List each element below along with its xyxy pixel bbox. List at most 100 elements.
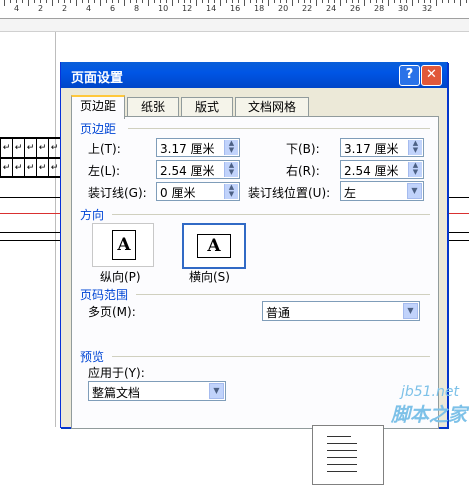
ruler-number: 32 bbox=[422, 4, 433, 13]
ruler-tick bbox=[178, 0, 179, 3]
ruler-tick bbox=[208, 0, 209, 3]
right-margin-spinner[interactable]: 2.54 厘米 ▲ ▼ bbox=[340, 160, 424, 179]
ruler-tick bbox=[214, 0, 215, 3]
ruler-tick bbox=[286, 0, 287, 3]
page-range-heading: 页码范围 bbox=[80, 288, 129, 302]
watermark-brand: 脚本之家 bbox=[390, 404, 467, 426]
gutter-spinner[interactable]: 0 厘米 ▲ ▼ bbox=[156, 182, 240, 201]
ruler-tick bbox=[394, 0, 395, 3]
ruler-tick bbox=[334, 0, 335, 3]
left-margin-spinner[interactable]: 2.54 厘米 ▲ ▼ bbox=[156, 160, 240, 179]
ruler-tick bbox=[172, 0, 173, 6]
chevron-down-icon[interactable]: ▼ bbox=[403, 303, 418, 319]
apply-to-select[interactable]: 整篇文档 ▼ bbox=[88, 381, 226, 401]
ruler-tick bbox=[298, 0, 299, 3]
bottom-margin-spinner[interactable]: 3.17 厘米 ▲ ▼ bbox=[340, 138, 424, 157]
ruler-number: 30 bbox=[398, 4, 409, 13]
spinner-arrows-icon[interactable]: ▲ ▼ bbox=[224, 184, 238, 199]
spinner-arrows-icon[interactable]: ▲ ▼ bbox=[224, 162, 238, 177]
ruler-number: 8 bbox=[134, 4, 140, 13]
watermark-site: jb51.net bbox=[400, 384, 459, 400]
chevron-down-icon[interactable]: ▼ bbox=[407, 183, 422, 199]
portrait-option[interactable]: A bbox=[92, 223, 154, 267]
ruler-tick bbox=[82, 0, 83, 3]
ruler-tick bbox=[34, 0, 35, 3]
ruler-tick bbox=[46, 0, 47, 3]
ruler-tick bbox=[190, 0, 191, 3]
ruler-tick bbox=[340, 0, 341, 6]
multiple-pages-value: 普通 bbox=[266, 306, 291, 320]
spinner-arrows-icon[interactable]: ▲ ▼ bbox=[408, 162, 422, 177]
ruler-tick bbox=[154, 0, 155, 3]
landscape-option[interactable]: A bbox=[182, 223, 246, 269]
top-margin-label: 上(T): bbox=[88, 142, 121, 156]
ruler-tick bbox=[196, 0, 197, 6]
ruler-tick bbox=[136, 0, 137, 3]
ruler-tick bbox=[352, 0, 353, 3]
tab-paper[interactable]: 纸张 bbox=[127, 97, 179, 117]
ruler-tick bbox=[220, 0, 221, 6]
right-margin-label: 右(R): bbox=[286, 164, 320, 178]
ruler-tick bbox=[88, 0, 89, 3]
preview-text-line bbox=[327, 464, 357, 465]
bottom-margin-value: 3.17 厘米 bbox=[344, 142, 399, 156]
margins-panel: 页边距 上(T): 3.17 厘米 ▲ ▼ 下(B): 3.17 厘米 ▲ ▼ 左(… bbox=[71, 116, 439, 485]
ruler-tick bbox=[382, 0, 383, 3]
ruler-tick bbox=[202, 0, 203, 3]
ruler-tick bbox=[52, 0, 53, 6]
ruler-tick bbox=[292, 0, 293, 6]
ruler-tick bbox=[466, 0, 467, 3]
title-bar[interactable]: 页面设置 ? ✕ bbox=[61, 62, 447, 88]
multiple-pages-label: 多页(M): bbox=[88, 305, 136, 319]
ruler-tick bbox=[322, 0, 323, 3]
left-margin-label: 左(L): bbox=[88, 164, 121, 178]
portrait-label[interactable]: 纵向(P) bbox=[100, 268, 141, 285]
section-divider bbox=[128, 128, 430, 129]
tab-margins[interactable]: 页边距 bbox=[71, 95, 125, 119]
document-table: ↵ ↵ ↵ ↵ ↵ ↵ ↵ ↵ ↵ ↵ bbox=[0, 138, 61, 184]
ruler-number: 28 bbox=[374, 4, 385, 13]
ruler-number: 2 bbox=[38, 4, 44, 13]
gutter-position-select[interactable]: 左 ▼ bbox=[340, 181, 424, 201]
ruler-number: 10 bbox=[158, 4, 169, 13]
ruler-number: 16 bbox=[230, 4, 241, 13]
ruler-number: 6 bbox=[110, 4, 116, 13]
top-margin-spinner[interactable]: 3.17 厘米 ▲ ▼ bbox=[156, 138, 240, 157]
ruler-tick bbox=[412, 0, 413, 6]
ruler-tick bbox=[250, 0, 251, 3]
ruler-tick bbox=[400, 0, 401, 3]
ruler-tick bbox=[436, 0, 437, 6]
ruler-tick bbox=[442, 0, 443, 3]
page-setup-dialog: 页面设置 ? ✕ 页边距 纸张 版式 文档网格 页边距 上(T): 3.17 厘… bbox=[60, 62, 448, 485]
ruler-tick bbox=[370, 0, 371, 3]
preview-heading: 预览 bbox=[80, 350, 105, 364]
ruler-tick bbox=[328, 0, 329, 3]
multiple-pages-select[interactable]: 普通 ▼ bbox=[262, 301, 420, 321]
ruler-tick bbox=[94, 0, 95, 3]
spinner-arrows-icon[interactable]: ▲ ▼ bbox=[408, 140, 422, 155]
ruler-number: 18 bbox=[254, 4, 265, 13]
ruler-tick bbox=[454, 0, 455, 3]
ruler-number: 4 bbox=[86, 4, 92, 13]
ruler-tick bbox=[112, 0, 113, 3]
ruler-tick bbox=[106, 0, 107, 3]
close-button[interactable]: ✕ bbox=[421, 65, 442, 86]
ruler-tick bbox=[16, 0, 17, 3]
tab-doc-grid[interactable]: 文档网格 bbox=[235, 97, 309, 117]
preview-text-line bbox=[327, 450, 357, 451]
gutter-position-value: 左 bbox=[344, 186, 357, 200]
landscape-label[interactable]: 横向(S) bbox=[189, 268, 230, 285]
apply-to-label: 应用于(Y): bbox=[88, 366, 145, 380]
preview-text-line bbox=[327, 457, 357, 458]
gutter-position-label: 装订线位置(U): bbox=[248, 186, 331, 200]
gutter-value: 0 厘米 bbox=[160, 186, 196, 200]
chevron-down-icon[interactable]: ▼ bbox=[209, 383, 224, 399]
ruler-tick bbox=[226, 0, 227, 3]
ruler-tick bbox=[160, 0, 161, 3]
ruler-number: 14 bbox=[206, 4, 217, 13]
tab-layout[interactable]: 版式 bbox=[181, 97, 233, 117]
ruler-tick bbox=[64, 0, 65, 3]
spinner-arrows-icon[interactable]: ▲ ▼ bbox=[224, 140, 238, 155]
ruler-tick bbox=[244, 0, 245, 6]
help-button[interactable]: ? bbox=[399, 65, 420, 86]
